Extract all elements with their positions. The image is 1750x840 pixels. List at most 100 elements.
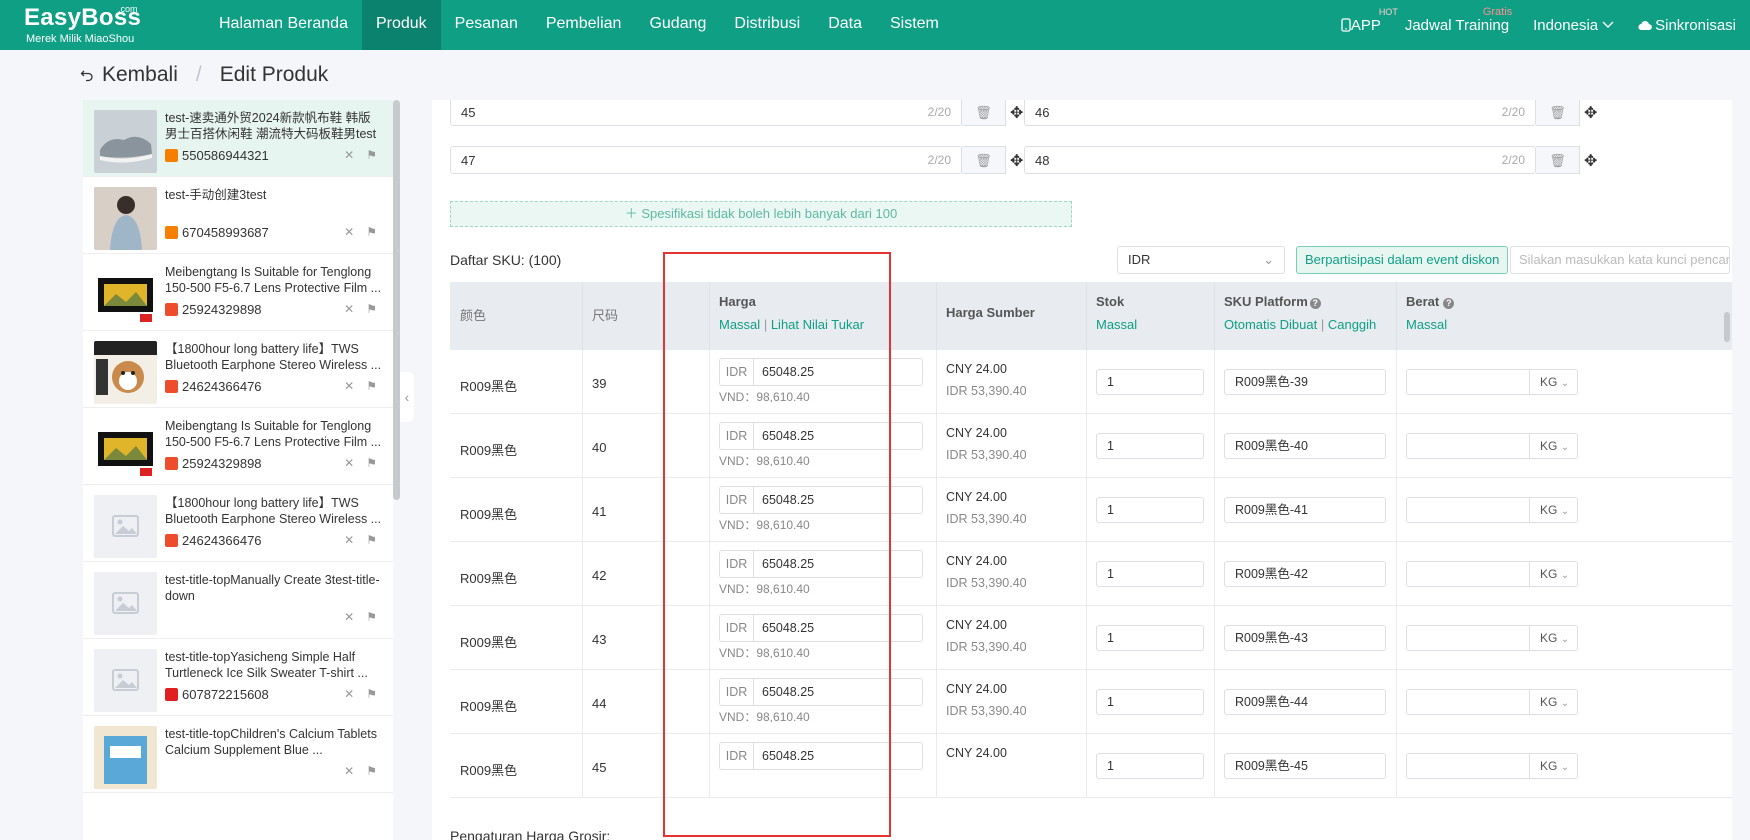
menu-item-produk[interactable]: Produk — [361, 0, 441, 50]
menu-item-sistem[interactable]: Sistem — [876, 0, 953, 50]
weight-input[interactable] — [1406, 561, 1530, 587]
app-link[interactable]: APP HOT — [1341, 7, 1398, 34]
flag-icon[interactable]: ⚑ — [366, 533, 377, 547]
trash-icon[interactable]: 🗑 — [962, 100, 1006, 126]
price-bulk-link[interactable]: Massal — [719, 317, 760, 332]
spec-value-input[interactable]: 46 2/20 — [1024, 100, 1536, 126]
weight-unit-select[interactable]: KG ⌄ — [1530, 561, 1578, 587]
sync-button[interactable]: Sinkronisasi — [1638, 17, 1736, 34]
spec-value-input[interactable]: 45 2/20 — [450, 100, 962, 126]
table-scrollbar[interactable] — [1724, 312, 1730, 342]
weight-input[interactable] — [1406, 497, 1530, 523]
price-input[interactable]: IDR 65048.25 — [719, 358, 923, 386]
sku-search-input[interactable]: Silakan masukkan kata kunci pencarian — [1510, 246, 1730, 274]
close-icon[interactable]: ✕ — [344, 456, 354, 470]
spec-value-input[interactable]: 48 2/20 — [1024, 146, 1536, 174]
menu-item-data[interactable]: Data — [814, 0, 876, 50]
platform-sku-input[interactable]: R009黑色-42 — [1224, 561, 1386, 587]
spec-value-input[interactable]: 47 2/20 — [450, 146, 962, 174]
stock-bulk-link[interactable]: Massal — [1096, 317, 1137, 332]
product-list-item[interactable]: test-title-topYasicheng Simple Half Turt… — [83, 639, 393, 716]
drag-handle-icon[interactable]: ✥ — [1010, 103, 1023, 123]
platform-sku-input[interactable]: R009黑色-39 — [1224, 369, 1386, 395]
advanced-link[interactable]: Canggih — [1328, 317, 1376, 332]
close-icon[interactable]: ✕ — [344, 225, 354, 239]
trash-icon[interactable]: 🗑 — [962, 146, 1006, 174]
training-link[interactable]: Jadwal Training Gratis — [1405, 6, 1512, 34]
back-button[interactable]: Kembali — [102, 63, 178, 87]
weight-unit-select[interactable]: KG ⌄ — [1530, 433, 1578, 459]
sidebar-scrollbar[interactable] — [393, 100, 400, 500]
stock-input[interactable]: 1 — [1096, 497, 1204, 523]
stock-input[interactable]: 1 — [1096, 625, 1204, 651]
weight-input[interactable] — [1406, 369, 1530, 395]
platform-sku-input[interactable]: R009黑色-43 — [1224, 625, 1386, 651]
flag-icon[interactable]: ⚑ — [366, 764, 377, 778]
menu-item-pembelian[interactable]: Pembelian — [532, 0, 636, 50]
weight-input[interactable] — [1406, 753, 1530, 779]
stock-input[interactable]: 1 — [1096, 561, 1204, 587]
price-input[interactable]: IDR 65048.25 — [719, 678, 923, 706]
product-list-item[interactable]: 【1800hour long battery life】TWS Bluetoot… — [83, 331, 393, 408]
product-list-item[interactable]: 【1800hour long battery life】TWS Bluetoot… — [83, 485, 393, 562]
close-icon[interactable]: ✕ — [344, 379, 354, 393]
platform-sku-input[interactable]: R009黑色-44 — [1224, 689, 1386, 715]
price-input[interactable]: IDR 65048.25 — [719, 486, 923, 514]
weight-input[interactable] — [1406, 689, 1530, 715]
auto-generate-link[interactable]: Otomatis Dibuat — [1224, 317, 1317, 332]
drag-handle-icon[interactable]: ✥ — [1010, 151, 1023, 171]
drag-handle-icon[interactable]: ✥ — [1584, 103, 1597, 123]
close-icon[interactable]: ✕ — [344, 533, 354, 547]
language-select[interactable]: Indonesia — [1533, 17, 1614, 34]
add-spec-button[interactable]: ＋ Spesifikasi tidak boleh lebih banyak d… — [450, 201, 1072, 227]
platform-sku-input[interactable]: R009黑色-40 — [1224, 433, 1386, 459]
price-input[interactable]: IDR 65048.25 — [719, 422, 923, 450]
stock-input[interactable]: 1 — [1096, 433, 1204, 459]
flag-icon[interactable]: ⚑ — [366, 687, 377, 701]
logo[interactable]: EasyBoss .com Merek Milik MiaoShou — [24, 4, 154, 48]
collapse-sidebar-button[interactable]: ‹ — [400, 372, 414, 422]
trash-icon[interactable]: 🗑 — [1536, 146, 1580, 174]
weight-input[interactable] — [1406, 433, 1530, 459]
price-input[interactable]: IDR 65048.25 — [719, 742, 923, 770]
price-input[interactable]: IDR 65048.25 — [719, 550, 923, 578]
flag-icon[interactable]: ⚑ — [366, 302, 377, 316]
platform-sku-input[interactable]: R009黑色-45 — [1224, 753, 1386, 779]
product-list-item[interactable]: Meibengtang Is Suitable for Tenglong 150… — [83, 254, 393, 331]
close-icon[interactable]: ✕ — [344, 148, 354, 162]
product-list-item[interactable]: test-手动创建3test 670458993687 ✕ ⚑ — [83, 177, 393, 254]
stock-input[interactable]: 1 — [1096, 753, 1204, 779]
trash-icon[interactable]: 🗑 — [1536, 100, 1580, 126]
menu-item-pesanan[interactable]: Pesanan — [441, 0, 532, 50]
menu-item-halaman-beranda[interactable]: Halaman Beranda — [205, 0, 362, 50]
price-input[interactable]: IDR 65048.25 — [719, 614, 923, 642]
weight-bulk-link[interactable]: Massal — [1406, 317, 1447, 332]
platform-sku-input[interactable]: R009黑色-41 — [1224, 497, 1386, 523]
weight-unit-select[interactable]: KG ⌄ — [1530, 497, 1578, 523]
close-icon[interactable]: ✕ — [344, 687, 354, 701]
flag-icon[interactable]: ⚑ — [366, 456, 377, 470]
close-icon[interactable]: ✕ — [344, 302, 354, 316]
exchange-rate-link[interactable]: Lihat Nilai Tukar — [771, 317, 864, 332]
stock-input[interactable]: 1 — [1096, 369, 1204, 395]
close-icon[interactable]: ✕ — [344, 610, 354, 624]
close-icon[interactable]: ✕ — [344, 764, 354, 778]
flag-icon[interactable]: ⚑ — [366, 225, 377, 239]
product-list-item[interactable]: test-速卖通外贸2024新款帆布鞋 韩版男士百搭休闲鞋 潮流特大码板鞋男te… — [83, 100, 393, 177]
discount-event-button[interactable]: Berpartisipasi dalam event diskon — [1296, 246, 1509, 274]
product-list-item[interactable]: test-title-topChildren's Calcium Tablets… — [83, 716, 393, 793]
flag-icon[interactable]: ⚑ — [366, 148, 377, 162]
weight-unit-select[interactable]: KG ⌄ — [1530, 753, 1578, 779]
weight-unit-select[interactable]: KG ⌄ — [1530, 625, 1578, 651]
product-list-item[interactable]: test-title-topManually Create 3test-titl… — [83, 562, 393, 639]
drag-handle-icon[interactable]: ✥ — [1584, 151, 1597, 171]
weight-unit-select[interactable]: KG ⌄ — [1530, 689, 1578, 715]
weight-unit-select[interactable]: KG ⌄ — [1530, 369, 1578, 395]
currency-select[interactable]: IDR ⌄ — [1117, 246, 1285, 274]
flag-icon[interactable]: ⚑ — [366, 379, 377, 393]
menu-item-gudang[interactable]: Gudang — [635, 0, 720, 50]
weight-input[interactable] — [1406, 625, 1530, 651]
product-list-item[interactable]: Meibengtang Is Suitable for Tenglong 150… — [83, 408, 393, 485]
menu-item-distribusi[interactable]: Distribusi — [720, 0, 814, 50]
stock-input[interactable]: 1 — [1096, 689, 1204, 715]
